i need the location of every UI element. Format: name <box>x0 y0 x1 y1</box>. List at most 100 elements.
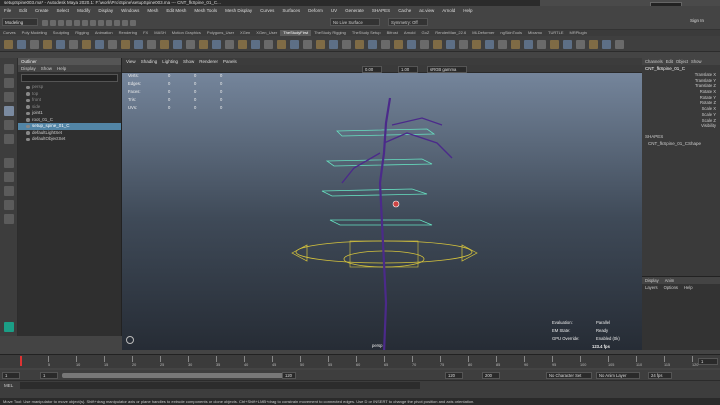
menu-select[interactable]: Select <box>53 8 74 13</box>
menu-curves[interactable]: Curves <box>256 8 278 13</box>
shelf-tool-icon[interactable] <box>225 40 234 49</box>
snap-point-icon[interactable] <box>122 20 128 26</box>
open-scene-icon[interactable] <box>50 20 56 26</box>
viewport-menu-lighting[interactable]: Lighting <box>162 58 178 65</box>
current-time-marker[interactable] <box>20 356 22 366</box>
shelf-tool-icon[interactable] <box>576 40 585 49</box>
shelf-tool-icon[interactable] <box>420 40 429 49</box>
end-frame-field[interactable]: 120 <box>445 371 463 379</box>
time-slider[interactable]: 1 5 10 15 20 25 30 35 40 45 50 55 60 65 70 75 80 85 90 95 1… <box>0 354 720 368</box>
inner-end-field[interactable]: 120 <box>282 371 296 379</box>
shelf-tool-icon[interactable] <box>212 40 221 49</box>
shelf-tool-icon[interactable] <box>537 40 546 49</box>
anim-layer-select[interactable]: No Anim Layer <box>596 371 640 379</box>
viewport-menu-shading[interactable]: Shading <box>141 58 158 65</box>
menu-mesh[interactable]: Mesh <box>143 8 162 13</box>
shelf-tool-icon[interactable] <box>69 40 78 49</box>
layer-tab-display[interactable]: Display <box>645 277 659 284</box>
menu-windows[interactable]: Windows <box>117 8 143 13</box>
character-set-select[interactable]: No Character Set <box>546 371 592 379</box>
shelf-tool-icon[interactable] <box>433 40 442 49</box>
start-frame-field[interactable]: 1 <box>2 371 20 379</box>
snap-grid-icon[interactable] <box>106 20 112 26</box>
shelf-tool-icon[interactable] <box>173 40 182 49</box>
outliner-menu-help[interactable]: Help <box>57 65 66 72</box>
sign-in-link[interactable]: Sign In <box>690 18 704 23</box>
shelf-tool-icon[interactable] <box>4 40 13 49</box>
menu-cache[interactable]: Cache <box>394 8 415 13</box>
select-tool-icon[interactable] <box>4 64 14 74</box>
menu-shapes[interactable]: SHAPES <box>368 8 394 13</box>
shelf-tool-icon[interactable] <box>30 40 39 49</box>
shelf-tool-icon[interactable] <box>459 40 468 49</box>
current-frame-field[interactable]: 1 <box>698 358 718 365</box>
mel-label[interactable]: MEL <box>4 383 13 388</box>
shelf-tool-icon[interactable] <box>615 40 624 49</box>
save-scene-icon[interactable] <box>58 20 64 26</box>
menu-edit-mesh[interactable]: Edit Mesh <box>162 8 190 13</box>
redo-icon[interactable] <box>74 20 80 26</box>
symmetry-select[interactable]: Symmetry: Off <box>388 18 428 26</box>
menu-edit[interactable]: Edit <box>15 8 31 13</box>
mel-input[interactable] <box>20 382 420 389</box>
live-surface-field[interactable]: No Live Surface <box>330 18 380 26</box>
range-bar[interactable] <box>62 372 292 378</box>
shelf-tool-icon[interactable] <box>277 40 286 49</box>
shelf-tool-icon[interactable] <box>563 40 572 49</box>
channel-tab-channels[interactable]: Channels <box>645 58 663 65</box>
layer-menu-layers[interactable]: Layers <box>645 284 658 291</box>
channel-attribute[interactable]: Visibility <box>642 123 720 129</box>
shelf-tool-icon[interactable] <box>446 40 455 49</box>
outliner-menu-show[interactable]: Show <box>41 65 52 72</box>
select-component-icon[interactable] <box>98 20 104 26</box>
menu-uv[interactable]: UV <box>327 8 341 13</box>
graph-layout-icon[interactable] <box>4 200 14 210</box>
shelf-tool-icon[interactable] <box>264 40 273 49</box>
shelf-tool-icon[interactable] <box>472 40 481 49</box>
node-editor-icon[interactable] <box>4 214 14 224</box>
shelf-tool-icon[interactable] <box>394 40 403 49</box>
shelf-tool-icon[interactable] <box>303 40 312 49</box>
layer-menu-options[interactable]: Options <box>664 284 678 291</box>
fps-select[interactable]: 24 fps <box>648 371 672 379</box>
snap-curve-icon[interactable] <box>114 20 120 26</box>
shelf-tool-icon[interactable] <box>108 40 117 49</box>
shelf-tool-icon[interactable] <box>511 40 520 49</box>
shelf-tool-icon[interactable] <box>498 40 507 49</box>
viewport-menu-view[interactable]: View <box>126 58 136 65</box>
colorspace-select[interactable]: sRGB gamma <box>427 65 467 73</box>
shelf-tool-icon[interactable] <box>329 40 338 49</box>
shelf-tool-icon[interactable] <box>238 40 247 49</box>
menu-ac-view[interactable]: ac.view <box>415 8 438 13</box>
outliner-menu-display[interactable]: Display <box>21 65 36 72</box>
layer-menu-help[interactable]: Help <box>684 284 693 291</box>
channel-tab-object[interactable]: Object <box>676 58 688 65</box>
channel-tab-edit[interactable]: Edit <box>666 58 673 65</box>
shelf-tool-icon[interactable] <box>407 40 416 49</box>
shelf-tool-icon[interactable] <box>550 40 559 49</box>
paint-select-icon[interactable] <box>4 92 14 102</box>
shelf-tool-icon[interactable] <box>251 40 260 49</box>
rotate-tool-icon[interactable] <box>4 120 14 130</box>
shelf-tool-icon[interactable] <box>82 40 91 49</box>
render-icon[interactable] <box>130 20 136 26</box>
menu-create[interactable]: Create <box>31 8 53 13</box>
viewport-persp[interactable]: View Shading Lighting Show Renderer Panels 0.… <box>122 58 642 350</box>
persp-outliner-icon[interactable] <box>4 186 14 196</box>
viewport-menu-panels[interactable]: Panels <box>223 58 237 65</box>
channel-tab-show[interactable]: Show <box>691 58 701 65</box>
viewport-menu-show[interactable]: Show <box>183 58 194 65</box>
menu-help[interactable]: Help <box>459 8 476 13</box>
outliner-item[interactable]: defaultObjectSet <box>18 136 121 143</box>
gamma-field[interactable]: 1.00 <box>398 65 418 73</box>
shelf-tool-icon[interactable] <box>316 40 325 49</box>
shelf-tool-icon[interactable] <box>43 40 52 49</box>
layer-tab-anim[interactable]: Anim <box>665 277 675 284</box>
viewport-menu-renderer[interactable]: Renderer <box>199 58 218 65</box>
shelf-tool-icon[interactable] <box>342 40 351 49</box>
shelf-tool-icon[interactable] <box>199 40 208 49</box>
shelf-tool-icon[interactable] <box>160 40 169 49</box>
shelf-tool-icon[interactable] <box>17 40 26 49</box>
menu-surfaces[interactable]: Surfaces <box>278 8 304 13</box>
shelf-tool-icon[interactable] <box>56 40 65 49</box>
